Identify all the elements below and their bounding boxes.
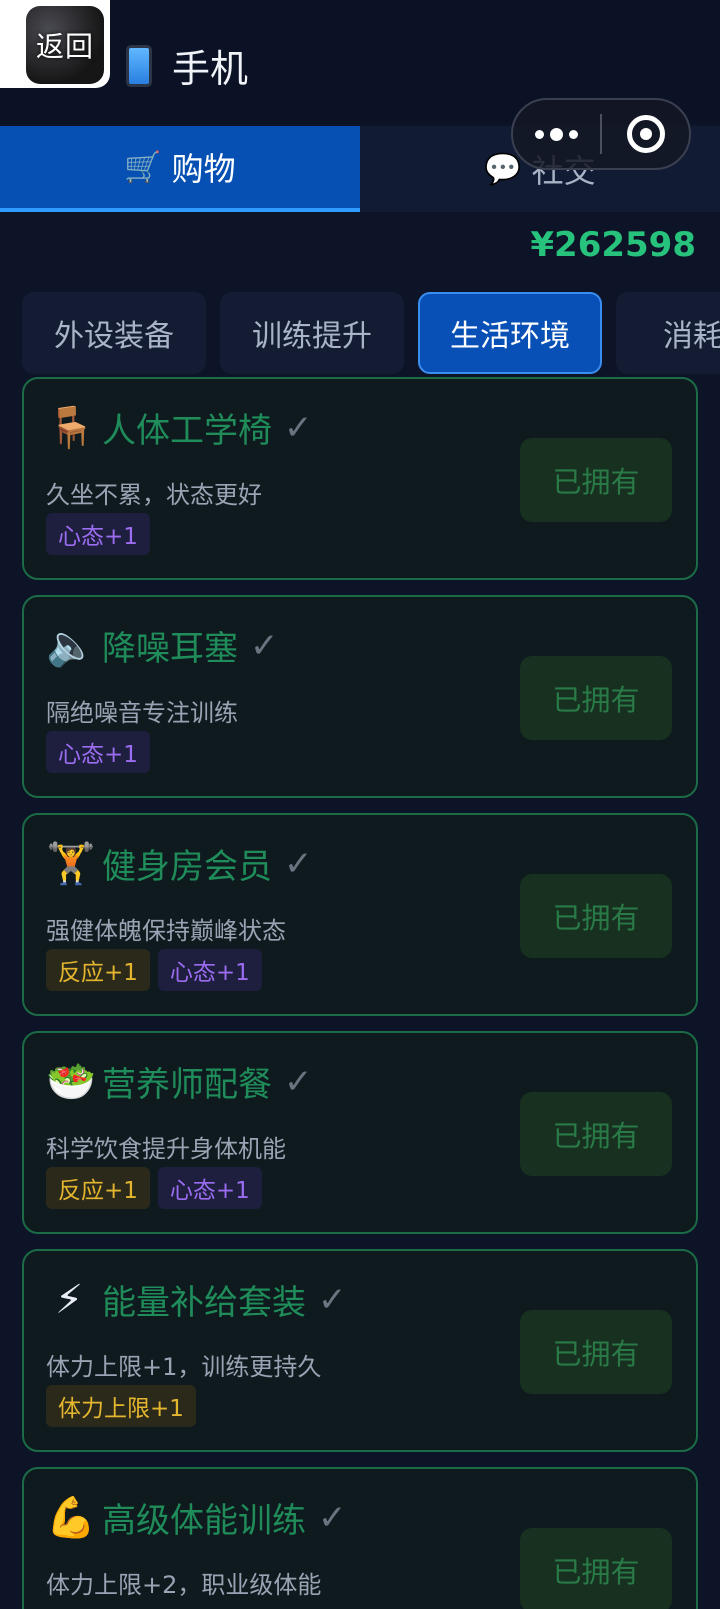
item-description: 隔绝噪音专注训练 bbox=[46, 699, 238, 727]
owned-button[interactable]: 已拥有 bbox=[520, 1092, 672, 1176]
owned-button[interactable]: 已拥有 bbox=[520, 656, 672, 740]
item-description: 久坐不累，状态更好 bbox=[46, 481, 262, 509]
item-name: 人体工学椅 bbox=[102, 411, 272, 451]
more-options-icon[interactable] bbox=[513, 127, 600, 141]
list-item: 🥗 营养师配餐 ✓ 科学饮食提升身体机能 反应+1 心态+1 已拥有 bbox=[22, 1031, 698, 1234]
stat-tag: 心态+1 bbox=[46, 731, 150, 773]
check-icon: ✓ bbox=[284, 1061, 313, 1102]
balance: ¥262598 bbox=[530, 225, 696, 265]
page-title: 手机 bbox=[172, 47, 249, 91]
item-description: 强健体魄保持巅峰状态 bbox=[46, 917, 286, 945]
item-list: 🪑 人体工学椅 ✓ 久坐不累，状态更好 心态+1 已拥有 🔈 降噪耳塞 ✓ 隔绝… bbox=[22, 377, 698, 1609]
list-item: 🏋 健身房会员 ✓ 强健体魄保持巅峰状态 反应+1 心态+1 已拥有 bbox=[22, 813, 698, 1016]
item-name: 营养师配餐 bbox=[102, 1065, 272, 1105]
shopping-cart-icon: 🛒 bbox=[124, 149, 162, 185]
category-tab-living[interactable]: 生活环境 bbox=[418, 292, 602, 374]
owned-button[interactable]: 已拥有 bbox=[520, 1310, 672, 1394]
speaker-icon: 🔈 bbox=[46, 623, 96, 669]
back-button[interactable]: 返回 bbox=[0, 0, 110, 88]
tab-shopping-label: 购物 bbox=[171, 150, 236, 188]
check-icon: ✓ bbox=[284, 407, 313, 448]
stat-tag: 反应+1 bbox=[46, 949, 150, 991]
tab-shopping[interactable]: 🛒 购物 bbox=[0, 126, 360, 212]
close-target-icon[interactable] bbox=[602, 115, 689, 153]
owned-button[interactable]: 已拥有 bbox=[520, 1528, 672, 1609]
mini-program-capsule bbox=[511, 98, 691, 170]
list-item: 🪑 人体工学椅 ✓ 久坐不累，状态更好 心态+1 已拥有 bbox=[22, 377, 698, 580]
check-icon: ✓ bbox=[250, 625, 279, 666]
lightning-icon: ⚡ bbox=[54, 1276, 84, 1323]
check-icon: ✓ bbox=[318, 1497, 347, 1538]
item-description: 体力上限+1，训练更持久 bbox=[46, 1353, 322, 1381]
back-button-thumbnail: 返回 bbox=[26, 6, 104, 84]
item-name: 高级体能训练 bbox=[102, 1501, 306, 1541]
owned-button[interactable]: 已拥有 bbox=[520, 438, 672, 522]
stat-tag: 体力上限+1 bbox=[46, 1385, 196, 1427]
chair-icon: 🪑 bbox=[46, 405, 96, 451]
list-item: 💪 高级体能训练 ✓ 体力上限+2，职业级体能 已拥有 bbox=[22, 1467, 698, 1609]
speech-bubble-icon: 💬 bbox=[484, 151, 522, 187]
owned-button[interactable]: 已拥有 bbox=[520, 874, 672, 958]
weightlifter-icon: 🏋 bbox=[46, 841, 96, 887]
item-description: 体力上限+2，职业级体能 bbox=[46, 1571, 322, 1599]
item-name: 降噪耳塞 bbox=[102, 629, 238, 669]
check-icon: ✓ bbox=[284, 843, 313, 884]
stat-tag: 心态+1 bbox=[46, 513, 150, 555]
item-description: 科学饮食提升身体机能 bbox=[46, 1135, 286, 1163]
category-tab-peripherals[interactable]: 外设装备 bbox=[22, 292, 206, 374]
title-bar: 手机 bbox=[126, 38, 248, 93]
list-item: 🔈 降噪耳塞 ✓ 隔绝噪音专注训练 心态+1 已拥有 bbox=[22, 595, 698, 798]
item-name: 能量补给套装 bbox=[102, 1283, 306, 1323]
stat-tag: 心态+1 bbox=[157, 949, 262, 991]
stat-tag: 心态+1 bbox=[157, 1167, 262, 1209]
list-item: ⚡ 能量补给套装 ✓ 体力上限+1，训练更持久 体力上限+1 已拥有 bbox=[22, 1249, 698, 1452]
check-icon: ✓ bbox=[318, 1279, 347, 1320]
salad-icon: 🥗 bbox=[46, 1059, 96, 1105]
back-label: 返回 bbox=[35, 30, 94, 63]
mobile-phone-icon bbox=[126, 44, 152, 87]
flexed-biceps-icon: 💪 bbox=[46, 1495, 96, 1541]
item-name: 健身房会员 bbox=[102, 847, 272, 887]
category-tab-training[interactable]: 训练提升 bbox=[220, 292, 404, 374]
category-tabs: 外设装备 训练提升 生活环境 消耗品 bbox=[22, 292, 720, 376]
category-tab-consumables[interactable]: 消耗品 bbox=[616, 292, 720, 374]
stat-tag: 反应+1 bbox=[46, 1167, 150, 1209]
